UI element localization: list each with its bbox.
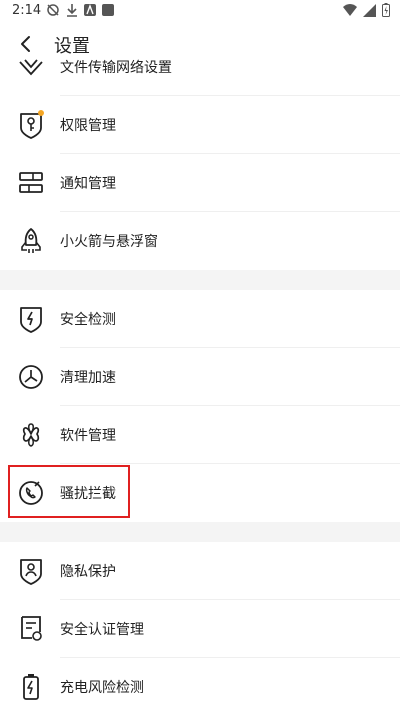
settings-item-security-check[interactable]: 安全检测 [0, 290, 400, 348]
settings-item-permission[interactable]: 权限管理 [0, 96, 400, 154]
wifi-transfer-icon [19, 59, 43, 76]
download-icon [67, 4, 77, 17]
settings-item-security-cert[interactable]: 安全认证管理 [0, 600, 400, 658]
settings-item-label: 小火箭与悬浮窗 [60, 234, 158, 250]
certificate-icon [21, 616, 42, 641]
settings-item-label: 充电风险检测 [60, 680, 144, 696]
shield-bolt-icon [20, 307, 42, 333]
settings-item-label: 安全检测 [60, 312, 116, 328]
settings-item-label: 文件传输网络设置 [60, 60, 172, 76]
settings-item-label: 隐私保护 [60, 564, 116, 580]
app-square-icon [102, 4, 114, 16]
speed-clean-icon [19, 365, 43, 389]
signal-icon [363, 3, 376, 17]
settings-item-notification[interactable]: 通知管理 [0, 154, 400, 212]
rocket-icon [21, 228, 41, 253]
clover-icon [22, 423, 40, 447]
group-separator [0, 270, 400, 290]
notification-bars-icon [19, 172, 43, 193]
privacy-user-icon [20, 559, 42, 585]
battery-bolt-icon [23, 674, 39, 700]
app-a-icon [84, 4, 96, 16]
settings-item-clean-speed[interactable]: 清理加速 [0, 348, 400, 406]
settings-item-label: 通知管理 [60, 176, 116, 192]
settings-item-rocket-float[interactable]: 小火箭与悬浮窗 [0, 212, 400, 270]
highlight-box [8, 465, 130, 518]
sync-off-icon [47, 4, 59, 16]
settings-item-privacy[interactable]: 隐私保护 [0, 542, 400, 600]
settings-item-file-transfer-network[interactable]: 文件传输网络设置 [0, 59, 400, 96]
settings-item-label: 清理加速 [60, 370, 116, 386]
settings-item-label: 软件管理 [60, 428, 116, 444]
settings-item-label: 权限管理 [60, 118, 116, 134]
settings-item-charging-risk[interactable]: 充电风险检测 [0, 658, 400, 716]
settings-item-label: 安全认证管理 [60, 622, 144, 638]
group-separator [0, 522, 400, 542]
battery-icon [382, 3, 390, 17]
badge-dot [38, 110, 44, 116]
back-arrow-icon [21, 36, 30, 52]
status-time: 2:14 [12, 3, 42, 18]
status-bar: 2:14 [0, 0, 400, 22]
settings-item-app-manage[interactable]: 软件管理 [0, 406, 400, 464]
settings-list: 文件传输网络设置 权限管理 通知管理 小火箭与悬浮窗 安全检测 清理加速 软件管… [0, 59, 400, 716]
back-button[interactable] [14, 32, 38, 56]
wifi-icon [343, 4, 357, 16]
page-title: 设置 [54, 36, 90, 57]
